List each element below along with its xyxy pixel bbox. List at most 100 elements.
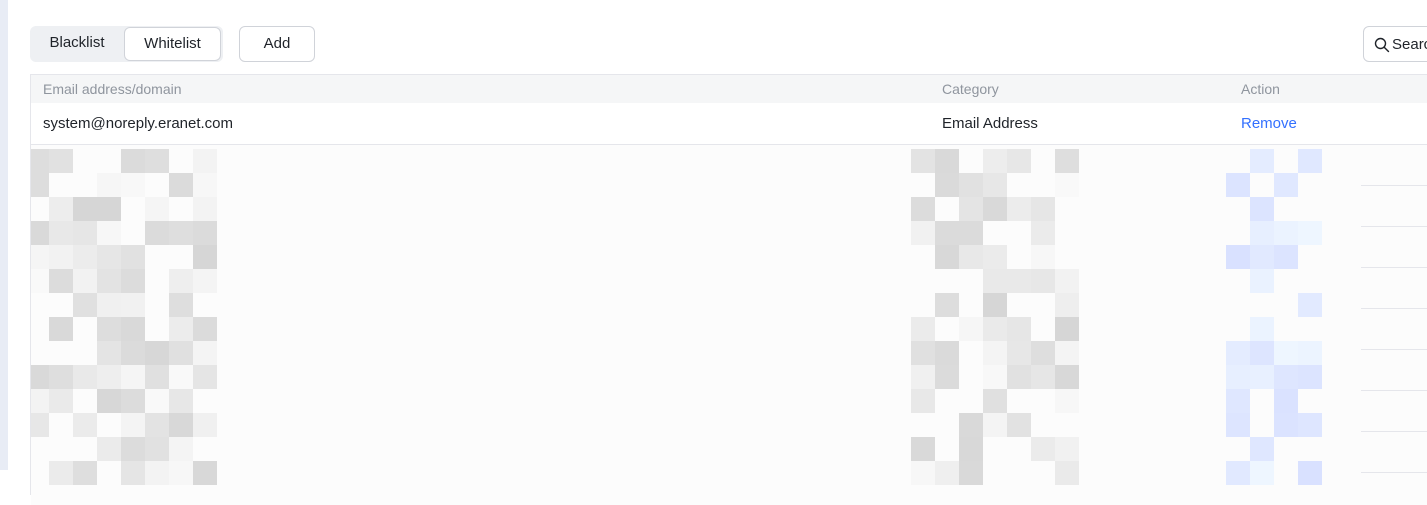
redaction-pixel <box>31 413 49 437</box>
column-header-category: Category <box>942 81 999 97</box>
table-header: Email address/domain Category Action <box>31 75 1427 103</box>
row-divider <box>1361 185 1427 186</box>
redaction-pixel <box>1274 341 1298 365</box>
redaction-pixel <box>1274 413 1298 437</box>
redaction-pixel <box>169 221 193 245</box>
redaction-pixel <box>73 365 97 389</box>
tab-blacklist[interactable]: Blacklist <box>30 26 124 60</box>
redaction-pixel <box>1250 269 1274 293</box>
row-divider <box>1361 308 1427 309</box>
redaction-pixel <box>97 221 121 245</box>
redaction-pixel <box>145 197 169 221</box>
redaction-pixel <box>1055 341 1079 365</box>
redaction-pixel <box>49 149 73 173</box>
redaction-pixel <box>193 245 217 269</box>
redaction-pixel <box>911 341 935 365</box>
redaction-pixel <box>935 293 959 317</box>
email-cell: system@noreply.eranet.com <box>43 115 234 132</box>
redaction-pixel <box>169 365 193 389</box>
redaction-pixel <box>983 149 1007 173</box>
redaction-pixel <box>1007 149 1031 173</box>
redaction-pixel <box>911 461 935 485</box>
redaction-pixel <box>1274 221 1298 245</box>
redaction-pixel <box>983 317 1007 341</box>
remove-link[interactable]: Remove <box>1241 103 1297 144</box>
redaction-pixel <box>1055 317 1079 341</box>
redaction-pixel <box>1250 365 1274 389</box>
redaction-pixel <box>73 413 97 437</box>
redaction-pixel <box>49 389 73 413</box>
redaction-pixel <box>73 245 97 269</box>
redaction-pixel <box>1274 365 1298 389</box>
redaction-pixel <box>97 269 121 293</box>
redaction-pixel <box>1250 197 1274 221</box>
redaction-pixel <box>1298 413 1322 437</box>
redaction-pixel <box>959 437 983 461</box>
add-button[interactable]: Add <box>239 26 315 62</box>
redaction-pixel <box>73 293 97 317</box>
redaction-pixel <box>169 389 193 413</box>
redaction-pixel <box>1055 389 1079 413</box>
redaction-pixel <box>1007 197 1031 221</box>
redaction-pixel <box>983 413 1007 437</box>
table-row: system@noreply.eranet.com Email Address … <box>31 103 1427 145</box>
redaction-pixel <box>1007 365 1031 389</box>
left-panel-edge <box>0 0 8 470</box>
redaction-pixel <box>1007 269 1031 293</box>
redaction-pixel <box>193 197 217 221</box>
redaction-pixel <box>1250 437 1274 461</box>
redaction-pixel <box>1250 461 1274 485</box>
redaction-pixel <box>121 317 145 341</box>
redaction-pixel <box>935 245 959 269</box>
redaction-pixel <box>959 221 983 245</box>
redaction-pixel <box>935 173 959 197</box>
redaction-pixel <box>49 221 73 245</box>
redaction-pixel <box>145 461 169 485</box>
row-divider <box>1361 349 1427 350</box>
redaction-pixel <box>1274 389 1298 413</box>
redaction-pixel <box>1055 365 1079 389</box>
redaction-pixel <box>97 389 121 413</box>
redaction-pixel <box>1250 317 1274 341</box>
redaction-pixel <box>169 461 193 485</box>
redaction-pixel <box>193 413 217 437</box>
redaction-pixel <box>169 173 193 197</box>
tab-whitelist[interactable]: Whitelist <box>124 27 221 61</box>
search-box[interactable] <box>1363 26 1427 62</box>
redaction-pixel <box>983 293 1007 317</box>
redaction-pixel <box>1226 173 1250 197</box>
redaction-pixel <box>145 437 169 461</box>
redaction-pixel <box>193 365 217 389</box>
email-list-table: Email address/domain Category Action sys… <box>30 74 1427 505</box>
redaction-pixel <box>193 149 217 173</box>
redaction-pixel <box>145 389 169 413</box>
redaction-pixel <box>121 389 145 413</box>
redaction-pixel <box>959 413 983 437</box>
list-type-toggle: Blacklist Whitelist <box>30 26 223 62</box>
redaction-pixel <box>911 365 935 389</box>
redaction-pixel <box>49 245 73 269</box>
redaction-pixel <box>1274 245 1298 269</box>
redaction-pixel <box>911 221 935 245</box>
redaction-pixel <box>1298 221 1322 245</box>
redaction-pixel <box>1298 149 1322 173</box>
redaction-pixel <box>193 173 217 197</box>
redaction-pixel <box>1031 437 1055 461</box>
redaction-pixel <box>193 341 217 365</box>
redaction-pixel <box>983 269 1007 293</box>
redaction-pixel <box>193 221 217 245</box>
redaction-pixel <box>169 437 193 461</box>
redaction-pixel <box>121 269 145 293</box>
redaction-pixel <box>911 389 935 413</box>
redaction-pixel <box>145 365 169 389</box>
search-input[interactable] <box>1392 27 1427 61</box>
search-icon <box>1374 37 1390 53</box>
redaction-pixel <box>49 461 73 485</box>
redaction-pixel <box>1031 341 1055 365</box>
redaction-pixel <box>145 149 169 173</box>
redaction-pixel <box>97 197 121 221</box>
row-divider <box>1361 431 1427 432</box>
redaction-pixel <box>911 437 935 461</box>
redaction-pixel <box>31 173 49 197</box>
redaction-pixel <box>1007 317 1031 341</box>
